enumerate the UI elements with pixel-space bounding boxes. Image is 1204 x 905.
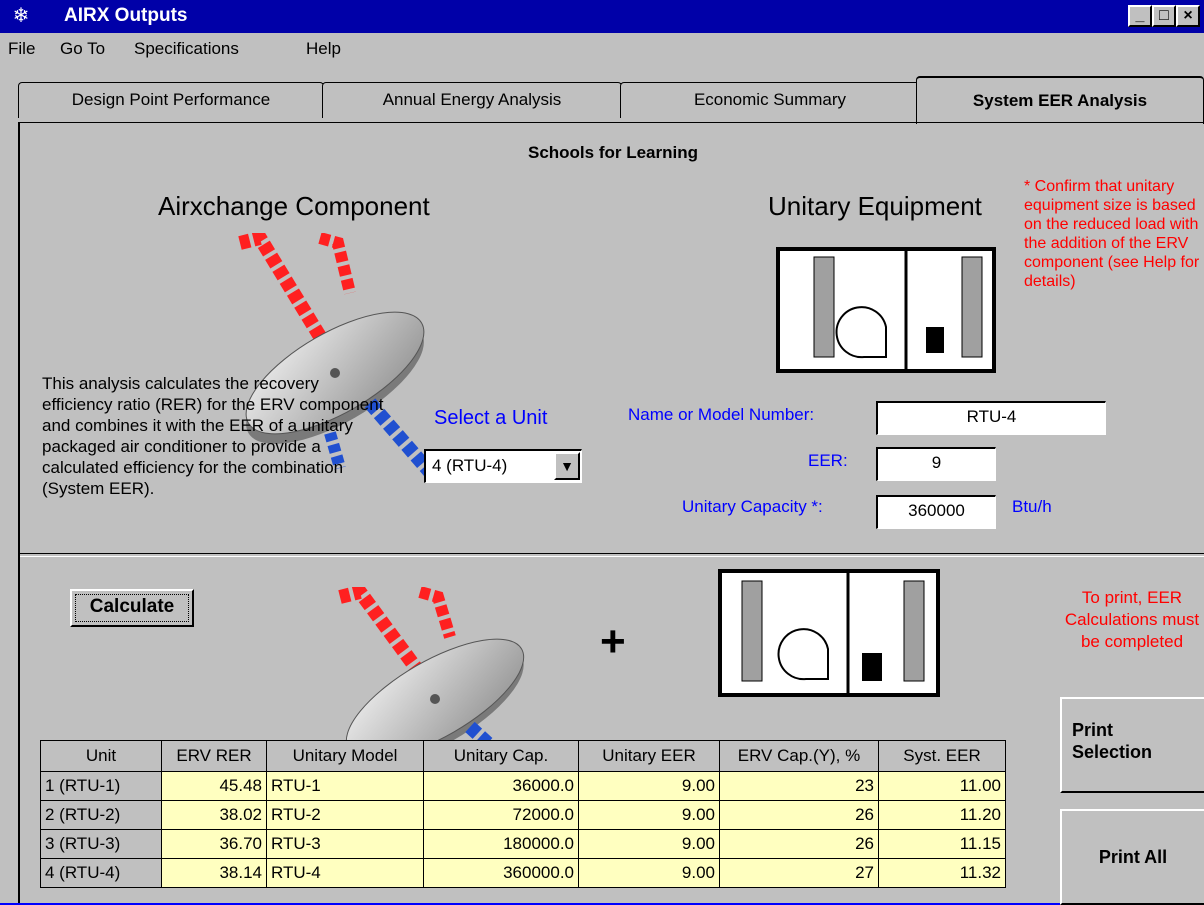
table-cell: 36.70 — [161, 829, 267, 859]
table-cell: 38.02 — [161, 800, 267, 830]
table-cell: 27 — [719, 858, 879, 888]
section-divider — [20, 553, 1204, 557]
unitary-heading: Unitary Equipment — [768, 191, 982, 221]
menu-file[interactable]: File — [8, 39, 35, 59]
table-row[interactable]: 3 (RTU-3) 36.70 RTU-3 180000.0 9.00 26 1… — [40, 829, 1006, 859]
table-row[interactable]: 4 (RTU-4) 38.14 RTU-4 360000.0 9.00 27 1… — [40, 858, 1006, 888]
chevron-down-icon[interactable]: ▼ — [554, 452, 580, 480]
eer-label: EER: — [808, 451, 848, 470]
app-icon: ❄ — [12, 5, 30, 27]
table-cell: 11.32 — [878, 858, 1006, 888]
minimize-button[interactable]: _ — [1128, 5, 1152, 27]
print-all-button[interactable]: Print All — [1060, 809, 1204, 905]
table-cell: 26 — [719, 800, 879, 830]
table-cell: RTU-3 — [266, 829, 424, 859]
table-cell: 45.48 — [161, 771, 267, 801]
project-title: Schools for Learning — [527, 143, 699, 162]
print-note: To print, EER Calculations must be compl… — [1064, 588, 1200, 651]
eer-field[interactable]: 9 — [876, 447, 996, 481]
table-cell: RTU-2 — [266, 800, 424, 830]
select-unit-value: 4 (RTU-4) — [432, 456, 508, 475]
table-row[interactable]: 2 (RTU-2) 38.02 RTU-2 72000.0 9.00 26 11… — [40, 800, 1006, 830]
menu-go-to[interactable]: Go To — [60, 39, 105, 59]
plus-sign: + — [600, 617, 626, 666]
column-header-erv-rer: ERV RER — [161, 740, 267, 772]
menu-specifications[interactable]: Specifications — [134, 39, 239, 59]
menu-bar: File Go To Specifications Help — [0, 33, 1204, 66]
column-header-unitary-cap: Unitary Cap. — [423, 740, 579, 772]
table-cell: 3 (RTU-3) — [40, 829, 162, 859]
close-button[interactable]: × — [1176, 5, 1200, 27]
select-unit-label: Select a Unit — [434, 407, 548, 429]
table-cell: 9.00 — [578, 771, 720, 801]
table-cell: 9.00 — [578, 829, 720, 859]
name-label: Name or Model Number: — [628, 405, 815, 424]
analysis-description: This analysis calculates the recovery ef… — [42, 374, 384, 498]
airx-outputs-window: ❄ AIRX Outputs _ □ × File Go To Specific… — [0, 0, 1204, 905]
tab-strip: Design Point Performance Annual Energy A… — [0, 76, 1204, 124]
table-cell: 1 (RTU-1) — [40, 771, 162, 801]
name-model-field[interactable]: RTU-4 — [876, 401, 1106, 435]
unitary-capacity-field[interactable]: 360000 — [876, 495, 996, 529]
menu-help[interactable]: Help — [306, 39, 341, 59]
table-cell: 4 (RTU-4) — [40, 858, 162, 888]
table-cell: 23 — [719, 771, 879, 801]
table-cell: 72000.0 — [423, 800, 579, 830]
results-table: Unit ERV RER Unitary Model Unitary Cap. … — [40, 740, 1006, 888]
capacity-unit: Btu/h — [1012, 497, 1052, 516]
table-cell: 2 (RTU-2) — [40, 800, 162, 830]
column-header-unit: Unit — [40, 740, 162, 772]
confirm-note: * Confirm that unitary equipment size is… — [1024, 178, 1200, 290]
print-selection-button[interactable]: Print Selection — [1060, 697, 1204, 793]
title-bar: ❄ AIRX Outputs _ □ × — [0, 0, 1204, 33]
window-title: AIRX Outputs — [64, 5, 188, 26]
table-cell: 26 — [719, 829, 879, 859]
table-cell: RTU-4 — [266, 858, 424, 888]
airxchange-heading: Airxchange Component — [158, 191, 430, 221]
tab-economic-summary[interactable]: Economic Summary — [620, 82, 920, 118]
tab-system-eer-analysis[interactable]: System EER Analysis — [916, 76, 1204, 124]
tab-design-point-performance[interactable]: Design Point Performance — [18, 82, 324, 118]
table-row[interactable]: 1 (RTU-1) 45.48 RTU-1 36000.0 9.00 23 11… — [40, 771, 1006, 801]
select-unit-dropdown[interactable]: 4 (RTU-4) ▼ — [424, 449, 582, 483]
table-cell: 180000.0 — [423, 829, 579, 859]
tab-annual-energy-analysis[interactable]: Annual Energy Analysis — [322, 82, 622, 118]
maximize-button[interactable]: □ — [1152, 5, 1176, 27]
table-cell: 11.00 — [878, 771, 1006, 801]
unitary-equipment-illustration — [776, 247, 996, 373]
table-cell: 9.00 — [578, 800, 720, 830]
table-cell: RTU-1 — [266, 771, 424, 801]
table-cell: 38.14 — [161, 858, 267, 888]
column-header-erv-cap: ERV Cap.(Y), % — [719, 740, 879, 772]
table-cell: 360000.0 — [423, 858, 579, 888]
column-header-syst-eer: Syst. EER — [878, 740, 1006, 772]
table-cell: 9.00 — [578, 858, 720, 888]
table-header-row: Unit ERV RER Unitary Model Unitary Cap. … — [40, 740, 1006, 772]
table-cell: 11.20 — [878, 800, 1006, 830]
unitary-equipment-small-illustration — [718, 569, 940, 697]
table-cell: 11.15 — [878, 829, 1006, 859]
column-header-unitary-eer: Unitary EER — [578, 740, 720, 772]
calculate-button[interactable]: Calculate — [70, 589, 194, 627]
column-header-unitary-model: Unitary Model — [266, 740, 424, 772]
unitary-capacity-label: Unitary Capacity *: — [682, 497, 823, 516]
table-cell: 36000.0 — [423, 771, 579, 801]
